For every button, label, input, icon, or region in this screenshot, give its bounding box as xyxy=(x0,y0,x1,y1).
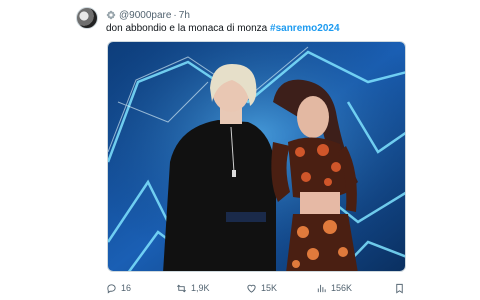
tweet-text: don abbondio e la monaca di monza #sanre… xyxy=(106,23,340,34)
tweet-media-video[interactable] xyxy=(107,41,406,272)
avatar[interactable] xyxy=(76,7,98,29)
views-button[interactable]: 156K xyxy=(316,280,352,296)
video-still-image xyxy=(108,42,405,271)
heart-icon xyxy=(247,284,256,293)
hashtag-link[interactable]: #sanremo2024 xyxy=(270,23,340,34)
retweet-count: 1,9K xyxy=(191,283,210,293)
reply-icon xyxy=(107,283,116,294)
tweet-header: @9000pare · 7h xyxy=(106,8,190,22)
reply-button[interactable]: 16 xyxy=(106,280,131,296)
reply-count: 16 xyxy=(121,283,132,293)
user-handle[interactable]: @9000pare xyxy=(119,10,171,21)
views-bar-chart-icon xyxy=(317,284,326,292)
bookmark-button[interactable] xyxy=(394,280,409,296)
like-count: 15K xyxy=(261,283,278,293)
retweet-button[interactable]: 1,9K xyxy=(176,280,210,296)
retweet-icon xyxy=(177,284,186,292)
timestamp[interactable]: 7h xyxy=(179,10,190,21)
separator-dot: · xyxy=(173,9,177,21)
like-button[interactable]: 15K xyxy=(246,280,277,296)
tweet-actions: 16 1,9K 15K 156K xyxy=(106,280,406,296)
bookmark-icon xyxy=(396,283,403,293)
flower-badge-icon xyxy=(106,10,116,20)
tweet-text-body: don abbondio e la monaca di monza xyxy=(106,23,268,34)
views-count: 156K xyxy=(331,283,353,293)
